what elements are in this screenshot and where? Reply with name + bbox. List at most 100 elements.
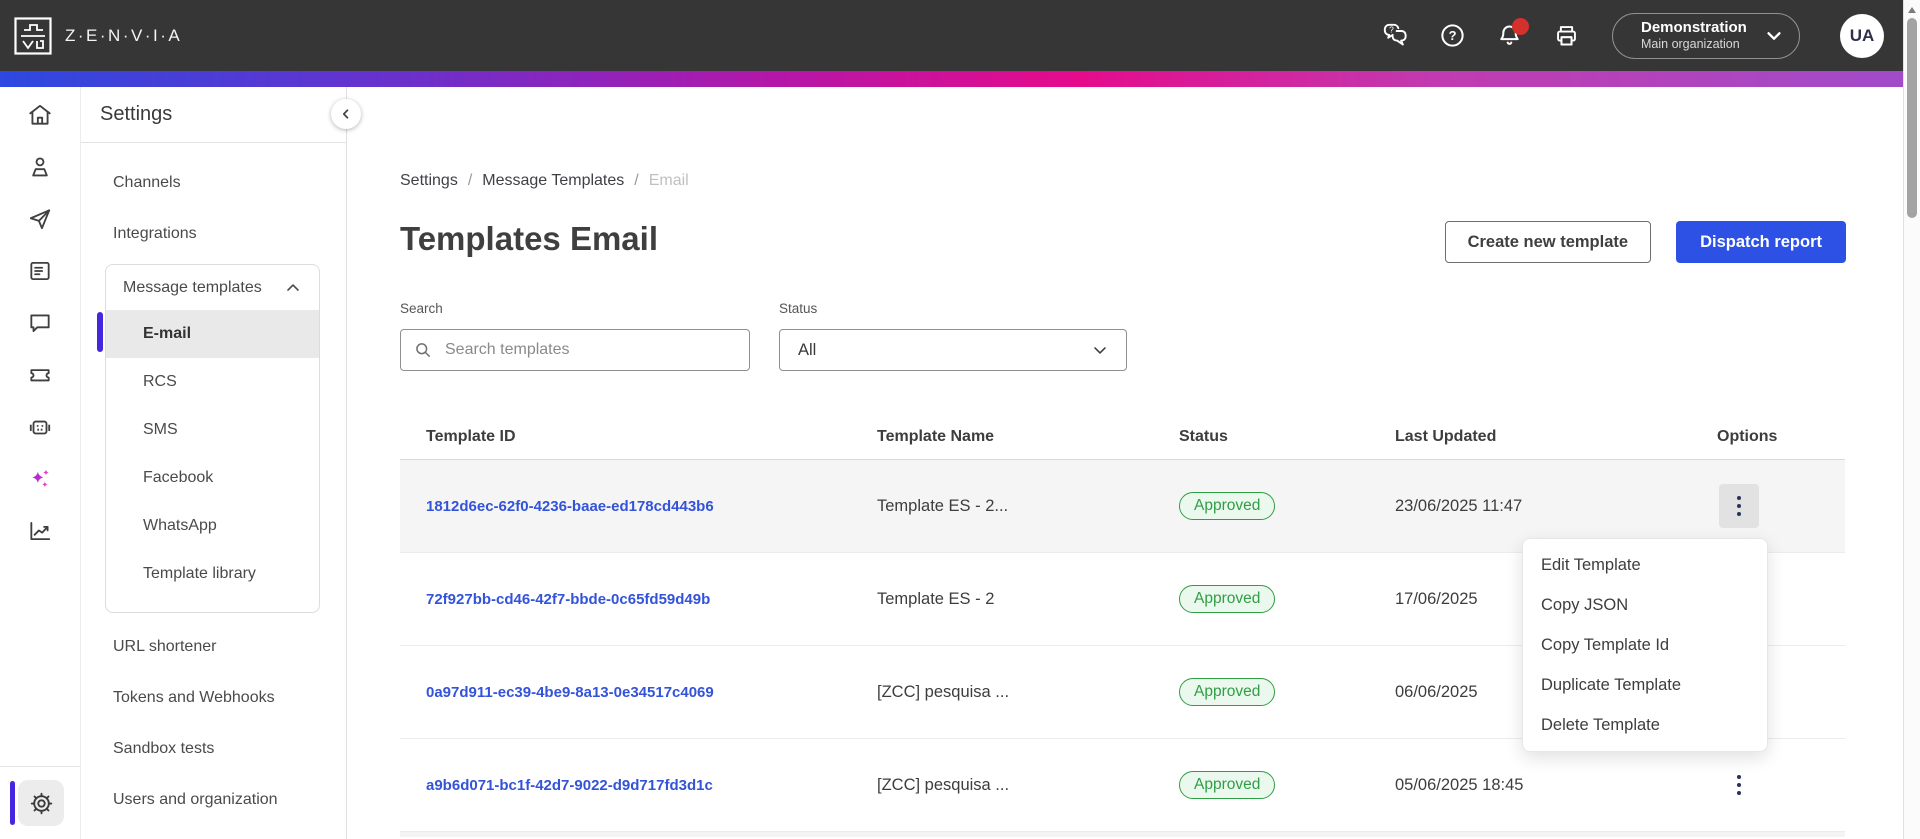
breadcrumb-settings[interactable]: Settings [400, 169, 458, 193]
settings-sidebar: Settings Channels Integrations Message t… [81, 87, 361, 839]
support-chat-button[interactable]: ? [1382, 23, 1408, 49]
dispatch-report-button[interactable]: Dispatch report [1676, 221, 1846, 263]
header-actions: Create new template Dispatch report [1444, 221, 1846, 263]
help-circle-icon: ? [1439, 22, 1466, 49]
message-templates-group-header[interactable]: Message templates [106, 265, 319, 310]
search-box [400, 329, 750, 371]
zenvia-app: Z·E·N·V·I·A ? ? Demonstration Main organ… [0, 0, 1920, 839]
search-label: Search [400, 301, 443, 316]
search-field-group: Search [400, 301, 750, 371]
menu-item-edit-template[interactable]: Edit Template [1523, 545, 1767, 585]
scrollbar-thumb[interactable] [1907, 18, 1917, 218]
document-icon [27, 258, 53, 284]
notifications-button[interactable] [1496, 17, 1529, 49]
sidebar-item-sms[interactable]: SMS [106, 406, 319, 454]
sidebar-item-tokens-webhooks[interactable]: Tokens and Webhooks [81, 672, 346, 723]
rail-item-home[interactable] [0, 89, 81, 141]
status-select[interactable]: All [779, 329, 1127, 371]
create-new-template-button[interactable]: Create new template [1444, 221, 1652, 263]
sidebar-item-facebook[interactable]: Facebook [106, 454, 319, 502]
sidebar-item-users-organization[interactable]: Users and organization [81, 774, 346, 825]
rail-item-dispatches[interactable] [0, 193, 81, 245]
breadcrumb-separator: / [467, 172, 473, 189]
last-updated: 23/06/2025 11:47 [1395, 496, 1523, 515]
chat-question-icon: ? [1382, 22, 1409, 49]
sidebar-item-integrations[interactable]: Integrations [81, 208, 346, 259]
collapse-panel-button[interactable] [331, 99, 361, 129]
sidebar-item-email[interactable]: E-mail [106, 310, 319, 358]
chevron-left-icon [337, 105, 355, 123]
vertical-scrollbar[interactable] [1903, 0, 1920, 839]
user-avatar[interactable]: UA [1840, 13, 1884, 58]
rail-item-ai[interactable] [0, 453, 81, 505]
search-input[interactable] [443, 340, 749, 360]
sidebar-item-sandbox-tests[interactable]: Sandbox tests [81, 723, 346, 774]
rail-item-contacts[interactable] [0, 141, 81, 193]
sidebar-item-channels[interactable]: Channels [81, 157, 346, 208]
rail-item-reports[interactable] [0, 245, 81, 297]
panel-title: Settings [81, 87, 346, 143]
menu-item-duplicate-template[interactable]: Duplicate Template [1523, 665, 1767, 705]
sidebar-item-whatsapp[interactable]: WhatsApp [106, 502, 319, 550]
breadcrumb: Settings / Message Templates / Email [400, 169, 1920, 193]
status-label: Status [779, 301, 818, 316]
line-chart-icon [27, 518, 53, 544]
status-badge: Approved [1179, 492, 1276, 520]
table-row: a9b6d071-bc1f-42d7-9022-d9d717fd3d1c [ZC… [400, 739, 1845, 832]
menu-item-copy-template-id[interactable]: Copy Template Id [1523, 625, 1767, 665]
filters: Search Status All [400, 301, 1920, 371]
scroll-up-arrow-icon[interactable] [1908, 7, 1916, 13]
table-footer-strip [400, 832, 1845, 837]
column-header-last-updated: Last Updated [1395, 428, 1497, 445]
chevron-up-icon [283, 278, 303, 298]
template-id-link[interactable]: 1812d6ec-62f0-4236-baae-ed178cd443b6 [426, 498, 714, 515]
send-icon [27, 206, 53, 232]
row-options-button[interactable] [1719, 763, 1759, 807]
ticket-icon [27, 362, 53, 388]
sidebar-item-url-shortener[interactable]: URL shortener [81, 621, 346, 672]
status-badge: Approved [1179, 771, 1276, 799]
chevron-down-icon [1761, 23, 1787, 49]
sidebar-item-rcs[interactable]: RCS [106, 358, 319, 406]
notification-badge [1512, 17, 1529, 35]
gear-icon [29, 791, 54, 816]
rail-item-conversations[interactable] [0, 297, 81, 349]
rail-item-tickets[interactable] [0, 349, 81, 401]
menu-item-copy-json[interactable]: Copy JSON [1523, 585, 1767, 625]
help-button[interactable]: ? [1439, 23, 1465, 49]
rail-item-bots[interactable] [0, 401, 81, 453]
printer-icon [1553, 22, 1580, 49]
column-header-status: Status [1179, 428, 1228, 445]
column-header-options: Options [1717, 428, 1778, 445]
menu-item-delete-template[interactable]: Delete Template [1523, 705, 1767, 745]
template-id-link[interactable]: 72f927bb-cd46-42f7-bbde-0c65fd59d49b [426, 591, 710, 608]
rail-bottom [0, 766, 80, 839]
topbar: Z·E·N·V·I·A ? ? Demonstration Main organ… [0, 0, 1920, 71]
dots-vertical-icon [1737, 496, 1741, 500]
dots-vertical-icon [1737, 775, 1741, 779]
organization-switcher[interactable]: Demonstration Main organization [1612, 12, 1800, 59]
template-id-link[interactable]: a9b6d071-bc1f-42d7-9022-d9d717fd3d1c [426, 777, 713, 794]
sidebar-item-template-library[interactable]: Template library [106, 550, 319, 598]
status-field-group: Status All [779, 301, 1127, 371]
row-options-button[interactable] [1719, 484, 1759, 528]
person-icon [27, 154, 53, 180]
row-options-context-menu: Edit Template Copy JSON Copy Template Id… [1522, 538, 1768, 752]
robot-icon [27, 414, 53, 440]
home-icon [27, 102, 53, 128]
icon-rail [0, 87, 81, 839]
table-header-row: Template ID Template Name Status Last Up… [400, 415, 1845, 460]
print-report-button[interactable] [1553, 23, 1579, 49]
status-badge: Approved [1179, 678, 1276, 706]
rail-item-analytics[interactable] [0, 505, 81, 557]
status-badge: Approved [1179, 585, 1276, 613]
status-selected-value: All [798, 340, 817, 359]
template-name: [ZCC] pesquisa ... [877, 775, 1010, 794]
rail-item-settings-active[interactable] [18, 780, 64, 826]
brand[interactable]: Z·E·N·V·I·A [14, 16, 183, 55]
breadcrumb-message-templates[interactable]: Message Templates [482, 169, 624, 193]
template-name: Template ES - 2 [877, 589, 995, 608]
template-id-link[interactable]: 0a97d911-ec39-4be9-8a13-0e34517c4069 [426, 684, 714, 701]
brand-text: Z·E·N·V·I·A [65, 25, 183, 45]
zenvia-logo-icon [14, 16, 52, 55]
